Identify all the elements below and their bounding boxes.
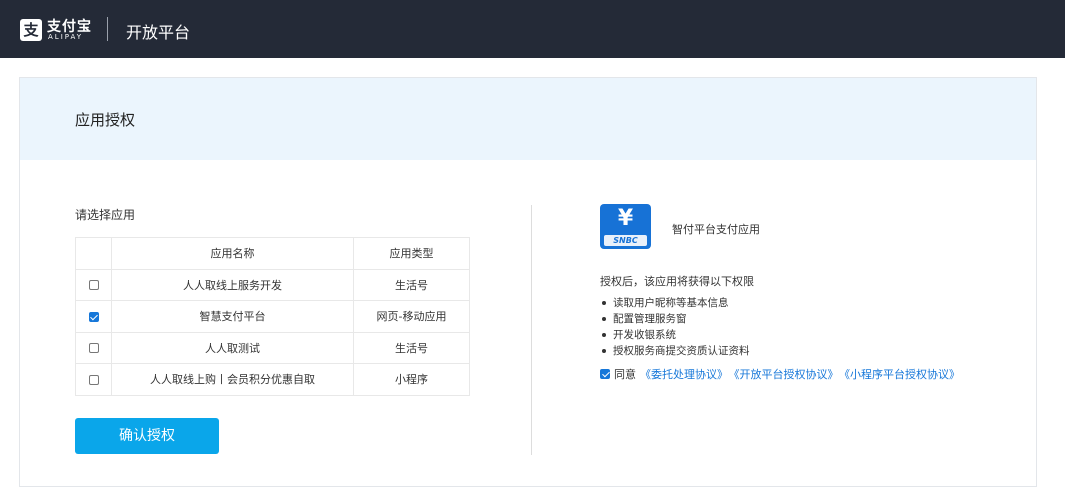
permission-item: 读取用户昵称等基本信息	[600, 295, 750, 311]
table-header-row: 应用名称 应用类型	[75, 237, 470, 270]
row-checkbox[interactable]	[88, 343, 99, 354]
agree-checkbox[interactable]	[600, 369, 610, 379]
table-row[interactable]: 人人取测试 生活号	[75, 331, 470, 364]
app-name-cell: 人人取测试	[111, 331, 354, 364]
platform-title[interactable]: 开放平台	[126, 19, 190, 43]
checkbox-cell	[75, 331, 112, 364]
app-name: 智付平台支付应用	[672, 223, 760, 236]
row-checkbox[interactable]	[88, 280, 99, 291]
app-type-cell: 生活号	[353, 268, 470, 301]
permission-list: 读取用户昵称等基本信息 配置管理服务窗 开发收银系统 授权服务商提交资质认证资料	[600, 295, 750, 359]
column-header-app-type: 应用类型	[353, 237, 470, 270]
yen-icon: ¥	[617, 206, 634, 231]
vertical-divider	[531, 205, 532, 455]
app-type-cell: 小程序	[353, 363, 470, 396]
alipay-logo-subtext: ALIPAY	[48, 33, 84, 41]
table-row[interactable]: 智慧支付平台 网页-移动应用	[75, 300, 470, 333]
agreement-row: 同意 《委托处理协议》 《开放平台授权协议》 《小程序平台授权协议》	[600, 366, 966, 382]
authorization-card: 应用授权 请选择应用 应用名称 应用类型 人人取线上服务开发 生活号 智慧支付平…	[19, 77, 1037, 487]
table-row[interactable]: 人人取线上购丨会员积分优惠自取 小程序	[75, 363, 470, 396]
delegation-agreement-link[interactable]: 《委托处理协议》	[640, 368, 728, 381]
app-logo-icon: ¥ SNBC	[600, 204, 651, 249]
card-header: 应用授权	[20, 78, 1036, 160]
permission-item: 配置管理服务窗	[600, 311, 750, 327]
select-app-label: 请选择应用	[75, 208, 136, 222]
table-row[interactable]: 人人取线上服务开发 生活号	[75, 268, 470, 301]
agree-text: 同意	[614, 368, 636, 381]
header-divider	[107, 17, 108, 41]
column-header-app-name: 应用名称	[111, 237, 354, 270]
checkbox-cell	[75, 363, 112, 396]
confirm-authorization-button[interactable]: 确认授权	[75, 418, 219, 454]
app-table: 应用名称 应用类型 人人取线上服务开发 生活号 智慧支付平台 网页-移动应用 人…	[75, 237, 470, 396]
open-platform-agreement-link[interactable]: 《开放平台授权协议》	[734, 368, 839, 381]
app-name-cell: 智慧支付平台	[111, 300, 354, 333]
permission-item: 开发收银系统	[600, 327, 750, 343]
app-name-cell: 人人取线上购丨会员积分优惠自取	[111, 363, 354, 396]
alipay-logo-icon[interactable]: 支	[20, 19, 42, 41]
permission-item: 授权服务商提交资质认证资料	[600, 343, 750, 359]
app-logo-text: SNBC	[604, 235, 647, 246]
permissions-title: 授权后，该应用将获得以下权限	[600, 275, 754, 288]
app-type-cell: 生活号	[353, 331, 470, 364]
app-name-cell: 人人取线上服务开发	[111, 268, 354, 301]
table-header-checkbox-cell	[75, 237, 112, 270]
checkbox-cell	[75, 268, 112, 301]
page-title: 应用授权	[75, 111, 136, 129]
mini-program-agreement-link[interactable]: 《小程序平台授权协议》	[845, 368, 961, 381]
app-type-cell: 网页-移动应用	[353, 300, 470, 333]
checkbox-cell	[75, 300, 112, 333]
row-checkbox[interactable]	[88, 374, 99, 385]
row-checkbox[interactable]	[88, 311, 99, 322]
top-nav-bar: 支 支付宝 ALIPAY 开放平台	[0, 0, 1065, 58]
